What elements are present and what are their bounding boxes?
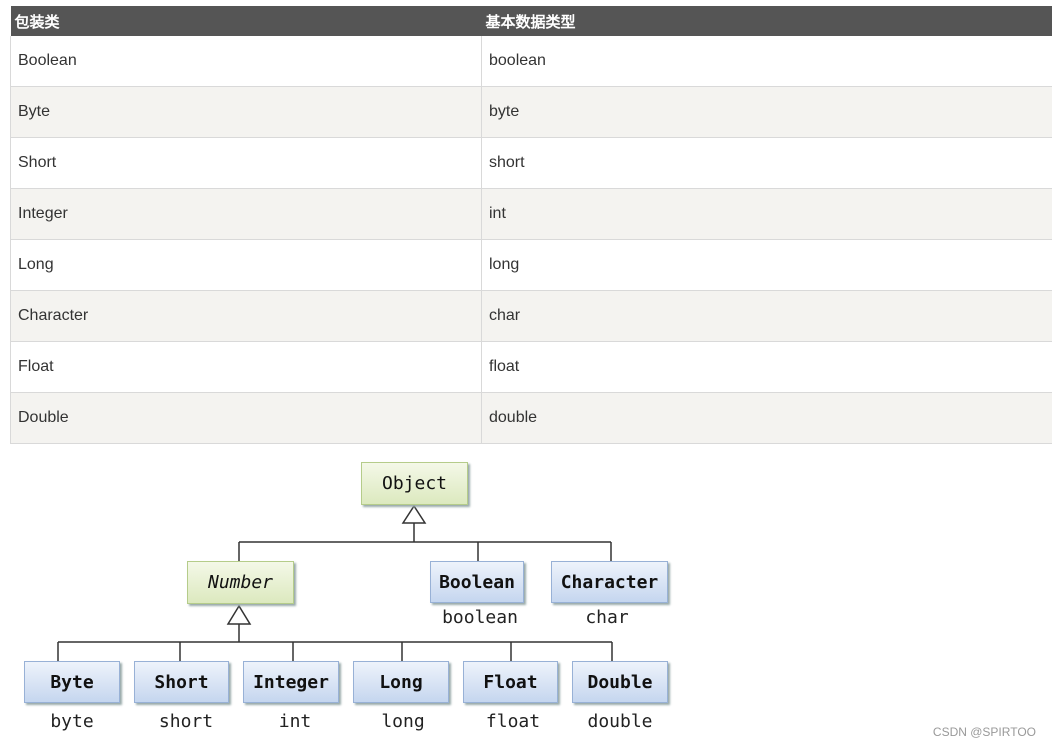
byte-primitive-label: byte xyxy=(50,711,94,732)
double-primitive-label: double xyxy=(587,711,653,732)
header-wrapper-class: 包装类 xyxy=(10,6,482,36)
wrapper-class-table: 包装类 基本数据类型 Boolean boolean Byte byte Short… xyxy=(10,6,1052,444)
integer-primitive-label: int xyxy=(278,711,312,732)
table-row: Float float xyxy=(10,341,1052,393)
character-primitive-label: char xyxy=(585,607,629,628)
boolean-primitive-label: boolean xyxy=(442,607,518,628)
inheritance-arrow-icon xyxy=(401,504,427,524)
primitive-cell: long xyxy=(481,239,1052,291)
inheritance-arrow-icon xyxy=(226,604,252,625)
primitive-cell: int xyxy=(481,188,1052,240)
table-header-row: 包装类 基本数据类型 xyxy=(10,6,1052,36)
primitive-cell: char xyxy=(481,290,1052,342)
primitive-cell: short xyxy=(481,137,1052,189)
primitive-cell: double xyxy=(481,392,1052,444)
long-primitive-label: long xyxy=(381,711,425,732)
object-class-box: Object xyxy=(361,462,468,505)
double-class-box: Double xyxy=(572,661,668,703)
table-row: Integer int xyxy=(10,188,1052,240)
wrapper-cell: Boolean xyxy=(10,36,482,87)
wrapper-cell: Character xyxy=(10,290,482,342)
boolean-class-box: Boolean xyxy=(430,561,524,603)
long-class-box: Long xyxy=(353,661,449,703)
float-primitive-label: float xyxy=(485,711,541,732)
table-row: Short short xyxy=(10,137,1052,189)
wrapper-cell: Float xyxy=(10,341,482,393)
header-primitive-type: 基本数据类型 xyxy=(481,6,1052,36)
wrapper-cell: Short xyxy=(10,137,482,189)
table-row: Character char xyxy=(10,290,1052,342)
wrapper-cell: Integer xyxy=(10,188,482,240)
float-class-box: Float xyxy=(463,661,558,703)
primitive-cell: float xyxy=(481,341,1052,393)
wrapper-cell: Double xyxy=(10,392,482,444)
short-class-box: Short xyxy=(134,661,229,703)
wrapper-cell: Byte xyxy=(10,86,482,138)
short-primitive-label: short xyxy=(158,711,214,732)
number-class-box: Number xyxy=(187,561,294,604)
character-class-box: Character xyxy=(551,561,668,603)
byte-class-box: Byte xyxy=(24,661,120,703)
wrapper-cell: Long xyxy=(10,239,482,291)
integer-class-box: Integer xyxy=(243,661,339,703)
watermark: CSDN @SPIRTOO xyxy=(932,725,1036,739)
class-hierarchy-diagram: Object Number Boolean boolean Character … xyxy=(0,455,700,745)
table-row: Long long xyxy=(10,239,1052,291)
table-row: Boolean boolean xyxy=(10,36,1052,87)
primitive-cell: boolean xyxy=(481,36,1052,87)
primitive-cell: byte xyxy=(481,86,1052,138)
table-row: Byte byte xyxy=(10,86,1052,138)
table-row: Double double xyxy=(10,392,1052,444)
